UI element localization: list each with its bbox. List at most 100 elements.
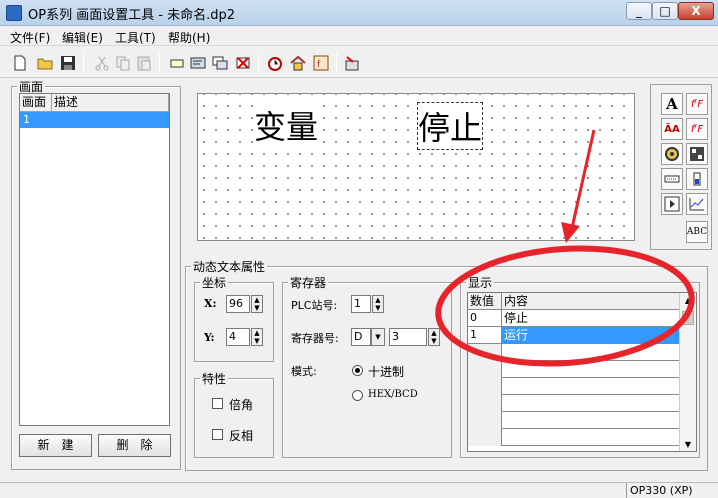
- plc-station-spinner[interactable]: ▲ ▼: [372, 295, 384, 313]
- display-row[interactable]: 0 停止: [468, 310, 680, 327]
- display-empty-row[interactable]: [468, 412, 680, 429]
- column-header-value[interactable]: 数值: [468, 293, 502, 310]
- y-input[interactable]: 4: [226, 328, 250, 346]
- row-cell: [468, 412, 502, 429]
- display-table[interactable]: 数值 内容 0 停止 1 运行 ▲ ▼: [467, 292, 697, 452]
- scroll-up-icon[interactable]: ▲: [680, 293, 696, 309]
- x-spinner[interactable]: ▲ ▼: [251, 295, 263, 313]
- dynamic-text-selected[interactable]: 停止: [417, 102, 484, 150]
- play-button-icon[interactable]: [661, 193, 683, 215]
- function-text-icon[interactable]: fᶠF: [686, 93, 708, 115]
- paste-icon[interactable]: [134, 53, 154, 73]
- screen-row[interactable]: 1: [20, 112, 169, 128]
- double-size-checkbox[interactable]: [212, 398, 223, 409]
- menu-help[interactable]: 帮助(H): [168, 29, 210, 46]
- save-icon[interactable]: [58, 53, 78, 73]
- tool-palette: A fᶠF ĀA fᶠF ABC: [650, 84, 712, 250]
- inverse-checkbox[interactable]: [212, 429, 223, 440]
- minimize-button[interactable]: _: [626, 2, 652, 20]
- column-header-content[interactable]: 内容: [502, 293, 680, 310]
- trend-chart-icon[interactable]: [686, 193, 708, 215]
- dynamic-function-icon[interactable]: fᶠF: [686, 118, 708, 140]
- title-bar: OP系列 画面设置工具 - 未命名.dp2 _ □ X: [0, 0, 718, 26]
- y-label: Y:: [204, 331, 215, 344]
- text-tool-icon[interactable]: A: [661, 93, 683, 115]
- scroll-thumb[interactable]: [682, 311, 694, 325]
- delete-screen-icon[interactable]: [233, 53, 253, 73]
- display-empty-row[interactable]: [468, 344, 680, 361]
- register-label: 寄存器: [288, 274, 329, 291]
- traits-group: [194, 378, 274, 458]
- vertical-scrollbar[interactable]: ▲ ▼: [679, 293, 696, 451]
- menu-edit[interactable]: 编辑(E): [62, 29, 103, 46]
- rectangle-icon[interactable]: [167, 53, 187, 73]
- abc-text-icon[interactable]: ABC: [686, 221, 708, 243]
- x-input[interactable]: 96: [226, 295, 250, 313]
- menu-bar: 文件(F) 编辑(E) 工具(T) 帮助(H): [0, 26, 718, 46]
- inverse-label: 反相: [229, 429, 254, 443]
- spin-up-icon[interactable]: ▲: [252, 296, 262, 304]
- plc-station-input[interactable]: 1: [351, 295, 371, 313]
- display-empty-row[interactable]: [468, 395, 680, 412]
- spin-up-icon[interactable]: ▲: [373, 296, 383, 304]
- model-status: OP330 (XP): [630, 484, 693, 497]
- cut-icon[interactable]: [92, 53, 112, 73]
- coordinates-group: [194, 282, 274, 362]
- delete-screen-button[interactable]: 删 除: [98, 434, 171, 457]
- display-empty-row[interactable]: [468, 361, 680, 378]
- home-icon[interactable]: [288, 53, 308, 73]
- display-row[interactable]: 1 运行: [468, 327, 680, 344]
- function-icon[interactable]: f: [311, 53, 331, 73]
- new-file-icon[interactable]: [10, 53, 30, 73]
- register-number-input[interactable]: 3: [389, 328, 427, 346]
- display-row-content: 停止: [504, 311, 529, 325]
- pattern-icon[interactable]: [686, 143, 708, 165]
- toolbar: f: [0, 48, 718, 78]
- new-screen-button[interactable]: 新 建: [19, 434, 92, 457]
- register-type-select[interactable]: D: [351, 328, 371, 346]
- download-icon[interactable]: [342, 53, 362, 73]
- numeric-display-icon[interactable]: [661, 168, 683, 190]
- menu-file[interactable]: 文件(F): [10, 29, 50, 46]
- design-canvas[interactable]: 变量 停止: [197, 93, 635, 241]
- screens-icon[interactable]: [210, 53, 230, 73]
- dynamic-text-icon[interactable]: ĀA: [661, 118, 683, 140]
- alarm-clock-icon[interactable]: [265, 53, 285, 73]
- screen-list[interactable]: 画面 描述 1: [19, 93, 170, 426]
- register-number-spinner[interactable]: ▲ ▼: [428, 328, 440, 346]
- traits-label: 特性: [200, 370, 229, 387]
- scroll-down-icon[interactable]: ▼: [680, 440, 696, 449]
- decimal-label: 十进制: [368, 365, 405, 379]
- toolbar-separator: [83, 53, 84, 73]
- y-spinner[interactable]: ▲ ▼: [251, 328, 263, 346]
- double-size-label: 倍角: [229, 398, 254, 412]
- menu-tools[interactable]: 工具(T): [115, 29, 156, 46]
- column-header-screen[interactable]: 画面: [20, 94, 52, 112]
- spin-up-icon[interactable]: ▲: [252, 329, 262, 337]
- spin-down-icon[interactable]: ▼: [252, 304, 262, 312]
- hex-bcd-radio[interactable]: [352, 390, 363, 401]
- spin-down-icon[interactable]: ▼: [252, 337, 262, 345]
- lamp-icon[interactable]: [661, 143, 683, 165]
- spin-up-icon[interactable]: ▲: [429, 329, 439, 337]
- column-header-description[interactable]: 描述: [52, 94, 169, 112]
- display-row-content-selected: 运行: [502, 327, 680, 344]
- x-label: X:: [204, 297, 217, 310]
- mode-label: 模式:: [291, 365, 317, 378]
- decimal-radio[interactable]: [352, 365, 363, 376]
- row-cell: [468, 429, 502, 446]
- display-empty-row[interactable]: [468, 429, 680, 446]
- row-cell: [468, 378, 502, 395]
- spin-down-icon[interactable]: ▼: [373, 304, 383, 312]
- spin-down-icon[interactable]: ▼: [429, 337, 439, 345]
- display-empty-row[interactable]: [468, 378, 680, 395]
- properties-icon[interactable]: [188, 53, 208, 73]
- copy-icon[interactable]: [113, 53, 133, 73]
- open-folder-icon[interactable]: [35, 53, 55, 73]
- close-button[interactable]: X: [678, 2, 714, 20]
- display-header-row: 数值 内容: [468, 293, 680, 310]
- register-type-dropdown-icon[interactable]: ▼: [371, 328, 385, 346]
- variable-text[interactable]: 变量: [254, 102, 319, 148]
- bar-graph-icon[interactable]: [686, 168, 708, 190]
- maximize-button[interactable]: □: [652, 2, 678, 20]
